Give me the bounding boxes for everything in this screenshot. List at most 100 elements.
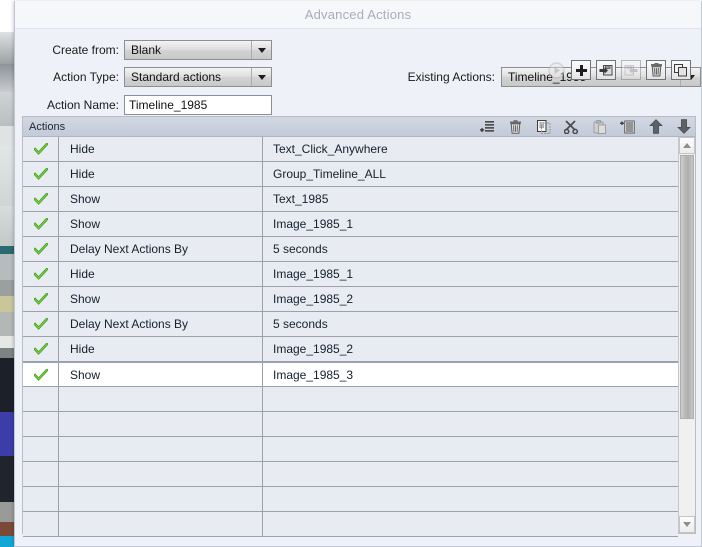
import-arrow-icon	[624, 64, 638, 75]
row-enabled-checkbox[interactable]	[23, 437, 59, 461]
row-enabled-checkbox[interactable]	[23, 287, 59, 311]
row-target-cell[interactable]	[263, 412, 678, 436]
append-row-button[interactable]	[620, 119, 635, 134]
row-enabled-checkbox[interactable]	[23, 462, 59, 486]
caret-up-icon	[683, 143, 691, 148]
copy-row-button[interactable]	[536, 119, 551, 134]
existing-actions-label: Existing Actions:	[407, 70, 495, 84]
row-target-cell[interactable]: 5 seconds	[263, 237, 678, 261]
table-row[interactable]	[23, 387, 678, 412]
row-enabled-checkbox[interactable]	[23, 512, 59, 536]
table-row[interactable]: Show Image_1985_1	[23, 212, 678, 237]
table-row[interactable]: Hide Text_Click_Anywhere	[23, 137, 678, 162]
scrollbar-thumb[interactable]	[680, 155, 694, 419]
table-row[interactable]: Show Text_1985	[23, 187, 678, 212]
table-row[interactable]	[23, 412, 678, 437]
save-as-button[interactable]	[596, 60, 616, 80]
duplicate-button[interactable]	[671, 60, 691, 80]
row-target-cell[interactable]	[263, 437, 678, 461]
move-down-button[interactable]	[676, 119, 691, 134]
row-action-cell[interactable]: Hide	[59, 137, 263, 161]
scroll-up-button[interactable]	[679, 137, 695, 154]
row-action-cell[interactable]	[59, 487, 263, 511]
table-row[interactable]: Hide Group_Timeline_ALL	[23, 162, 678, 187]
table-row[interactable]: Hide Image_1985_1	[23, 262, 678, 287]
cut-row-button[interactable]	[564, 119, 579, 134]
table-row[interactable]: Show Image_1985_2	[23, 287, 678, 312]
move-up-button[interactable]	[648, 119, 663, 134]
row-target-cell[interactable]: Image_1985_1	[263, 212, 678, 236]
row-target-cell[interactable]	[263, 462, 678, 486]
action-type-select[interactable]: Standard actions	[124, 67, 272, 87]
delete-button[interactable]	[646, 60, 666, 80]
table-row[interactable]	[23, 512, 678, 537]
actions-panel-title: Actions	[29, 120, 66, 133]
actions-panel-toolbar	[480, 117, 691, 136]
paste-row-button[interactable]	[592, 119, 607, 134]
copy-page-icon	[536, 119, 550, 134]
row-target-cell[interactable]	[263, 487, 678, 511]
table-row[interactable]: Show Image_1985_3	[23, 362, 678, 387]
row-enabled-checkbox[interactable]	[23, 337, 59, 361]
insert-row-button[interactable]	[480, 119, 495, 134]
checkmark-icon	[33, 218, 48, 230]
row-action-cell[interactable]	[59, 412, 263, 436]
row-enabled-checkbox[interactable]	[23, 412, 59, 436]
row-action-cell[interactable]: Show	[59, 187, 263, 211]
row-target-cell[interactable]	[263, 387, 678, 411]
row-enabled-checkbox[interactable]	[23, 237, 59, 261]
actions-panel-header: Actions	[23, 117, 695, 137]
chevron-down-icon[interactable]	[251, 68, 271, 86]
row-action-cell[interactable]: Delay Next Actions By	[59, 312, 263, 336]
row-enabled-checkbox[interactable]	[23, 312, 59, 336]
row-action-cell[interactable]	[59, 437, 263, 461]
table-row[interactable]: Hide Image_1985_2	[23, 337, 678, 362]
row-action-cell[interactable]: Hide	[59, 162, 263, 186]
checkmark-icon	[33, 318, 48, 330]
table-row[interactable]: Delay Next Actions By 5 seconds	[23, 237, 678, 262]
scroll-down-button[interactable]	[679, 516, 695, 533]
row-target-cell[interactable]	[263, 512, 678, 536]
row-target-cell[interactable]: Image_1985_2	[263, 287, 678, 311]
row-target-cell[interactable]: Image_1985_2	[263, 337, 678, 361]
table-row[interactable]	[23, 487, 678, 512]
row-enabled-checkbox[interactable]	[23, 262, 59, 286]
row-enabled-checkbox[interactable]	[23, 137, 59, 161]
row-action-cell[interactable]: Hide	[59, 337, 263, 361]
checkmark-icon	[33, 368, 48, 381]
preview-button[interactable]	[546, 60, 566, 80]
row-action-cell[interactable]: Show	[59, 212, 263, 236]
row-enabled-checkbox[interactable]	[23, 487, 59, 511]
row-target-cell[interactable]: Text_1985	[263, 187, 678, 211]
row-action-cell[interactable]	[59, 512, 263, 536]
row-enabled-checkbox[interactable]	[23, 187, 59, 211]
delete-row-button[interactable]	[508, 119, 523, 134]
checkmark-icon	[33, 168, 48, 180]
row-action-cell[interactable]: Show	[59, 287, 263, 311]
row-action-cell[interactable]	[59, 462, 263, 486]
row-enabled-checkbox[interactable]	[23, 162, 59, 186]
row-enabled-checkbox[interactable]	[23, 212, 59, 236]
row-action-cell[interactable]: Hide	[59, 262, 263, 286]
row-target-cell[interactable]: Image_1985_1	[263, 262, 678, 286]
paste-icon	[593, 119, 606, 134]
row-target-cell[interactable]: Image_1985_3	[263, 363, 678, 386]
row-target-cell[interactable]: 5 seconds	[263, 312, 678, 336]
table-row[interactable]	[23, 437, 678, 462]
insert-list-icon	[480, 120, 494, 132]
row-action-cell[interactable]: Delay Next Actions By	[59, 237, 263, 261]
add-button[interactable]	[571, 60, 591, 80]
row-action-cell[interactable]: Show	[59, 363, 263, 386]
table-row[interactable]	[23, 462, 678, 487]
row-target-cell[interactable]: Text_Click_Anywhere	[263, 137, 678, 161]
import-button[interactable]	[621, 60, 641, 80]
actions-table-scrollbar[interactable]	[678, 137, 695, 533]
row-action-cell[interactable]	[59, 387, 263, 411]
action-name-input[interactable]: Timeline_1985	[124, 95, 272, 115]
table-row[interactable]: Delay Next Actions By 5 seconds	[23, 312, 678, 337]
row-target-cell[interactable]: Group_Timeline_ALL	[263, 162, 678, 186]
create-from-select[interactable]: Blank	[124, 40, 272, 60]
row-enabled-checkbox[interactable]	[23, 363, 59, 386]
row-enabled-checkbox[interactable]	[23, 387, 59, 411]
chevron-down-icon[interactable]	[251, 41, 271, 59]
